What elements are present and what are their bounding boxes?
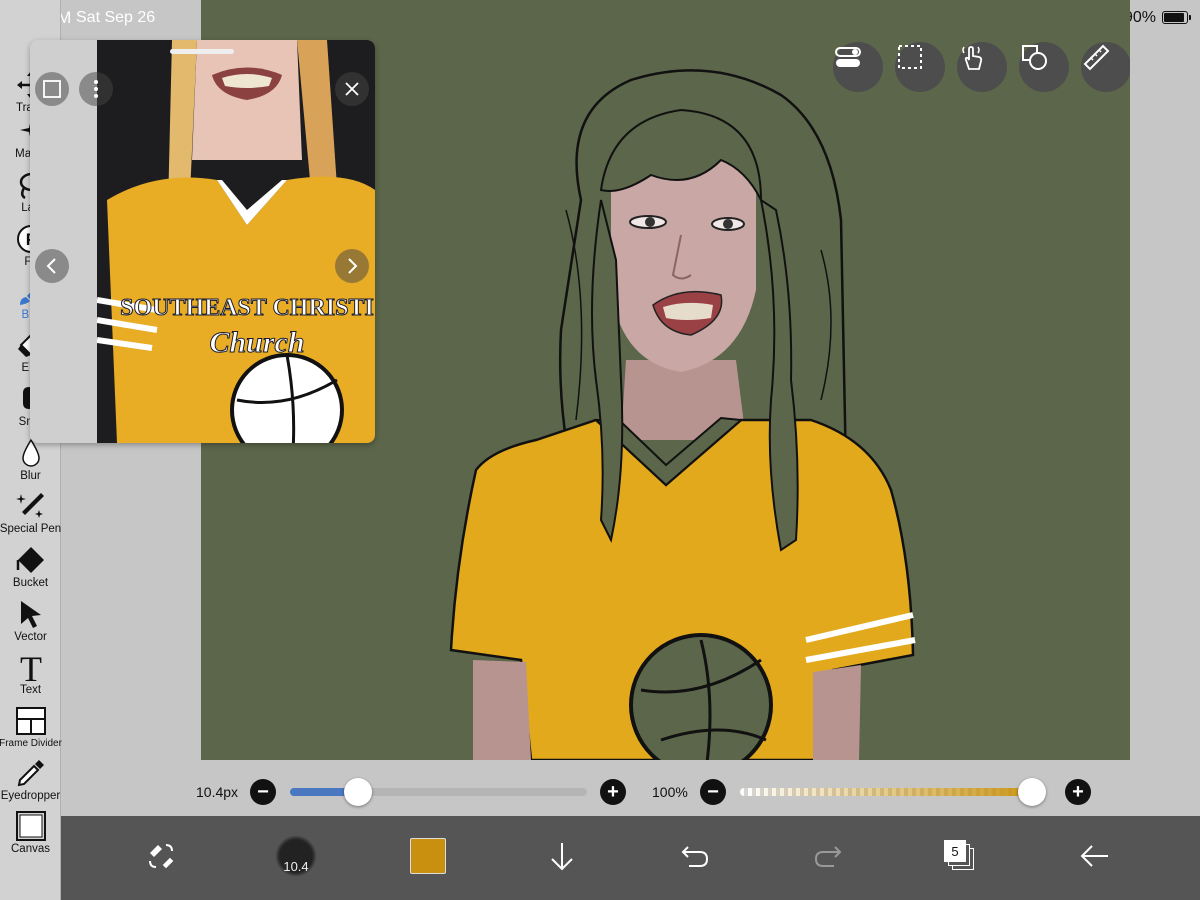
layer-count: 5 — [944, 840, 966, 862]
canvas-icon — [15, 811, 46, 841]
status-date: Sat Sep 26 — [76, 9, 156, 26]
layers-icon: 5 — [944, 840, 976, 872]
eyedropper-icon — [17, 760, 44, 787]
battery-level — [1164, 13, 1184, 22]
special-pen-icon — [15, 493, 44, 518]
size-decrease-button[interactable]: − — [250, 779, 276, 805]
reference-shirt-text-1: SOUTHEAST CHRISTI — [120, 295, 374, 321]
opacity-label: 100% — [652, 784, 688, 800]
reference-drag-handle[interactable] — [170, 49, 234, 54]
shapes-button[interactable] — [1019, 42, 1069, 92]
battery-icon — [1162, 11, 1191, 24]
more-vertical-icon — [94, 80, 98, 98]
selection-button[interactable] — [895, 42, 945, 92]
vector-icon — [20, 601, 41, 628]
opacity-slider-track[interactable] — [740, 788, 1046, 796]
brush-preview-size: 10.4 — [283, 859, 309, 874]
close-icon — [345, 82, 359, 96]
ruler-icon — [1083, 44, 1110, 71]
brush-size-label: 10.4px — [196, 784, 239, 800]
color-button[interactable] — [398, 826, 458, 886]
svg-text:T: T — [20, 651, 42, 683]
square-icon — [43, 80, 61, 98]
opacity-decrease-button[interactable]: − — [700, 779, 726, 805]
opacity-slider-thumb[interactable] — [1018, 778, 1046, 806]
reference-more-button[interactable] — [79, 72, 113, 106]
tool-frame-divider[interactable]: Frame Divider — [0, 697, 62, 749]
gesture-icon — [962, 46, 983, 70]
opacity-increase-button[interactable]: + — [1065, 779, 1091, 805]
frame-divider-icon — [15, 707, 46, 735]
size-increase-button[interactable]: + — [600, 779, 626, 805]
arm-right — [813, 665, 861, 760]
plus-icon: + — [1072, 781, 1084, 803]
tool-label: Vector — [14, 631, 47, 643]
reference-close-button[interactable] — [335, 72, 369, 106]
tool-label: Eyedropper — [0, 790, 61, 802]
plus-icon: + — [607, 781, 619, 803]
text-icon: T — [20, 651, 42, 683]
volleyball — [629, 633, 773, 760]
gesture-button[interactable] — [957, 42, 1007, 92]
reference-prev-button[interactable] — [35, 249, 69, 283]
current-color-swatch — [410, 838, 446, 874]
tool-label: Bucket — [12, 577, 49, 589]
selection-icon — [898, 45, 922, 69]
tool-special-pen[interactable]: Special Pen — [0, 483, 61, 535]
tool-label: Canvas — [11, 843, 50, 855]
toggle-settings-button[interactable] — [833, 42, 883, 92]
redo-icon — [814, 846, 842, 867]
reference-window[interactable]: SOUTHEAST CHRISTI Church — [30, 40, 375, 443]
shapes-icon — [1022, 45, 1047, 70]
tool-label: Text — [19, 684, 42, 696]
tool-canvas[interactable]: Canvas — [0, 803, 61, 855]
back-button[interactable] — [1065, 826, 1125, 886]
redo-button[interactable] — [798, 826, 858, 886]
toggle-settings-icon — [835, 47, 861, 67]
undo-icon — [681, 846, 709, 867]
arm-left — [473, 660, 531, 760]
tool-label: Frame Divider — [0, 738, 62, 749]
undo-button[interactable] — [665, 826, 725, 886]
tool-bucket[interactable]: Bucket — [0, 537, 61, 589]
swap-tool-button[interactable] — [131, 826, 191, 886]
tool-label: Blur — [20, 470, 41, 482]
tool-text[interactable]: T Text — [0, 644, 61, 696]
chevron-right-icon — [348, 258, 358, 274]
brush-settings-button[interactable]: 10.4 — [266, 826, 326, 886]
tool-label: Special Pen — [0, 523, 62, 535]
reference-next-button[interactable] — [335, 249, 369, 283]
arrow-down-icon — [551, 843, 573, 871]
arrow-left-icon — [1080, 845, 1108, 867]
brush-preview: 10.4 — [275, 835, 317, 877]
tool-eyedropper[interactable]: Eyedropper — [0, 750, 61, 802]
reference-frame-button[interactable] — [35, 72, 69, 106]
chevron-left-icon — [46, 258, 56, 274]
reference-photo: SOUTHEAST CHRISTI Church — [97, 40, 375, 443]
bucket-icon — [16, 547, 44, 573]
ruler-button[interactable] — [1081, 42, 1130, 92]
bottom-toolbar: 10.4 5 — [61, 816, 1200, 900]
tool-vector[interactable]: Vector — [0, 591, 61, 643]
minus-icon: − — [257, 781, 269, 803]
size-slider-track[interactable] — [290, 788, 587, 796]
opacity-slider-fill — [740, 788, 1046, 796]
download-button[interactable] — [532, 826, 592, 886]
size-slider-thumb[interactable] — [344, 778, 373, 806]
minus-icon: − — [707, 781, 719, 803]
swap-brush-eraser-icon — [149, 844, 175, 870]
brush-sliders: 10.4px − + 100% − + — [61, 760, 1200, 816]
layers-button[interactable]: 5 — [930, 826, 990, 886]
